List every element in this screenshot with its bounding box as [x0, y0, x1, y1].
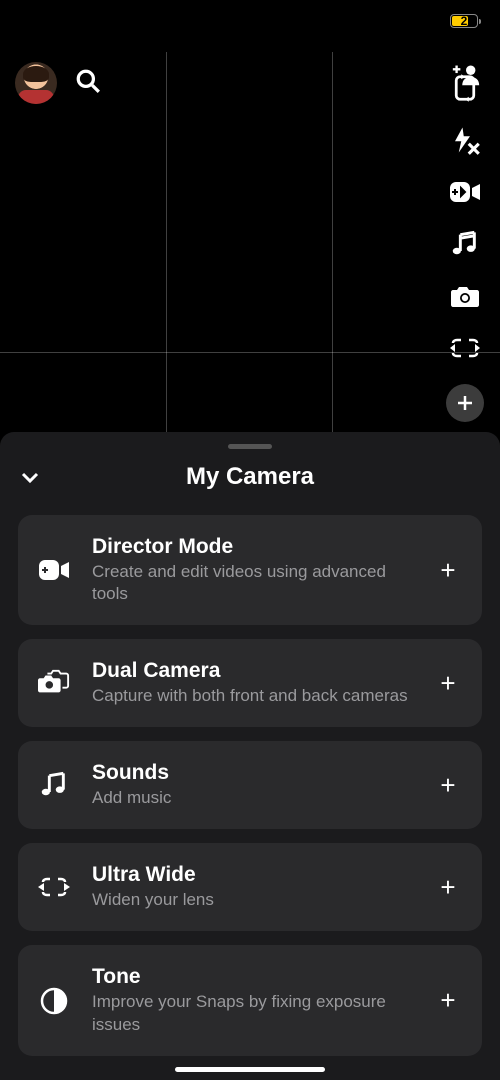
option-sounds[interactable]: Sounds Add music +	[18, 741, 482, 829]
more-tools-button[interactable]	[446, 384, 484, 422]
sheet-title: My Camera	[18, 463, 482, 491]
add-option-button[interactable]: +	[434, 668, 462, 699]
music-icon	[38, 771, 70, 799]
camera-gridlines	[0, 52, 500, 432]
add-option-button[interactable]: +	[434, 985, 462, 1016]
option-dual-camera[interactable]: Dual Camera Capture with both front and …	[18, 639, 482, 727]
battery-icon: 2	[450, 14, 478, 28]
option-desc: Improve your Snaps by fixing exposure is…	[92, 991, 412, 1035]
search-icon[interactable]	[75, 68, 101, 99]
option-title: Dual Camera	[92, 659, 412, 683]
option-title: Tone	[92, 965, 412, 989]
option-ultra-wide[interactable]: Ultra Wide Widen your lens +	[18, 843, 482, 931]
add-option-button[interactable]: +	[434, 872, 462, 903]
battery-percent: 2	[461, 14, 468, 28]
music-icon[interactable]	[449, 228, 481, 260]
dual-camera-icon[interactable]	[449, 280, 481, 312]
option-tone[interactable]: Tone Improve your Snaps by fixing exposu…	[18, 945, 482, 1055]
home-indicator[interactable]	[175, 1067, 325, 1072]
avatar[interactable]	[15, 62, 57, 104]
option-desc: Capture with both front and back cameras	[92, 685, 412, 707]
add-option-button[interactable]: +	[434, 770, 462, 801]
director-mode-icon	[38, 557, 70, 583]
option-director-mode[interactable]: Director Mode Create and edit videos usi…	[18, 515, 482, 625]
camera-tool-rail	[446, 72, 484, 474]
flip-camera-icon[interactable]	[449, 72, 481, 104]
flash-off-icon[interactable]	[449, 124, 481, 156]
add-option-button[interactable]: +	[434, 555, 462, 586]
option-title: Sounds	[92, 761, 412, 785]
director-mode-icon[interactable]	[449, 176, 481, 208]
option-title: Director Mode	[92, 535, 412, 559]
option-desc: Add music	[92, 787, 412, 809]
ultra-wide-icon[interactable]	[449, 332, 481, 364]
option-desc: Create and edit videos using advanced to…	[92, 561, 412, 605]
tone-icon	[38, 986, 70, 1016]
ultra-wide-icon	[38, 875, 70, 899]
option-title: Ultra Wide	[92, 863, 412, 887]
sheet-grabber[interactable]	[228, 444, 272, 449]
option-desc: Widen your lens	[92, 889, 412, 911]
dual-camera-icon	[38, 668, 70, 698]
my-camera-sheet: My Camera Director Mode Create and edit …	[0, 432, 500, 1080]
